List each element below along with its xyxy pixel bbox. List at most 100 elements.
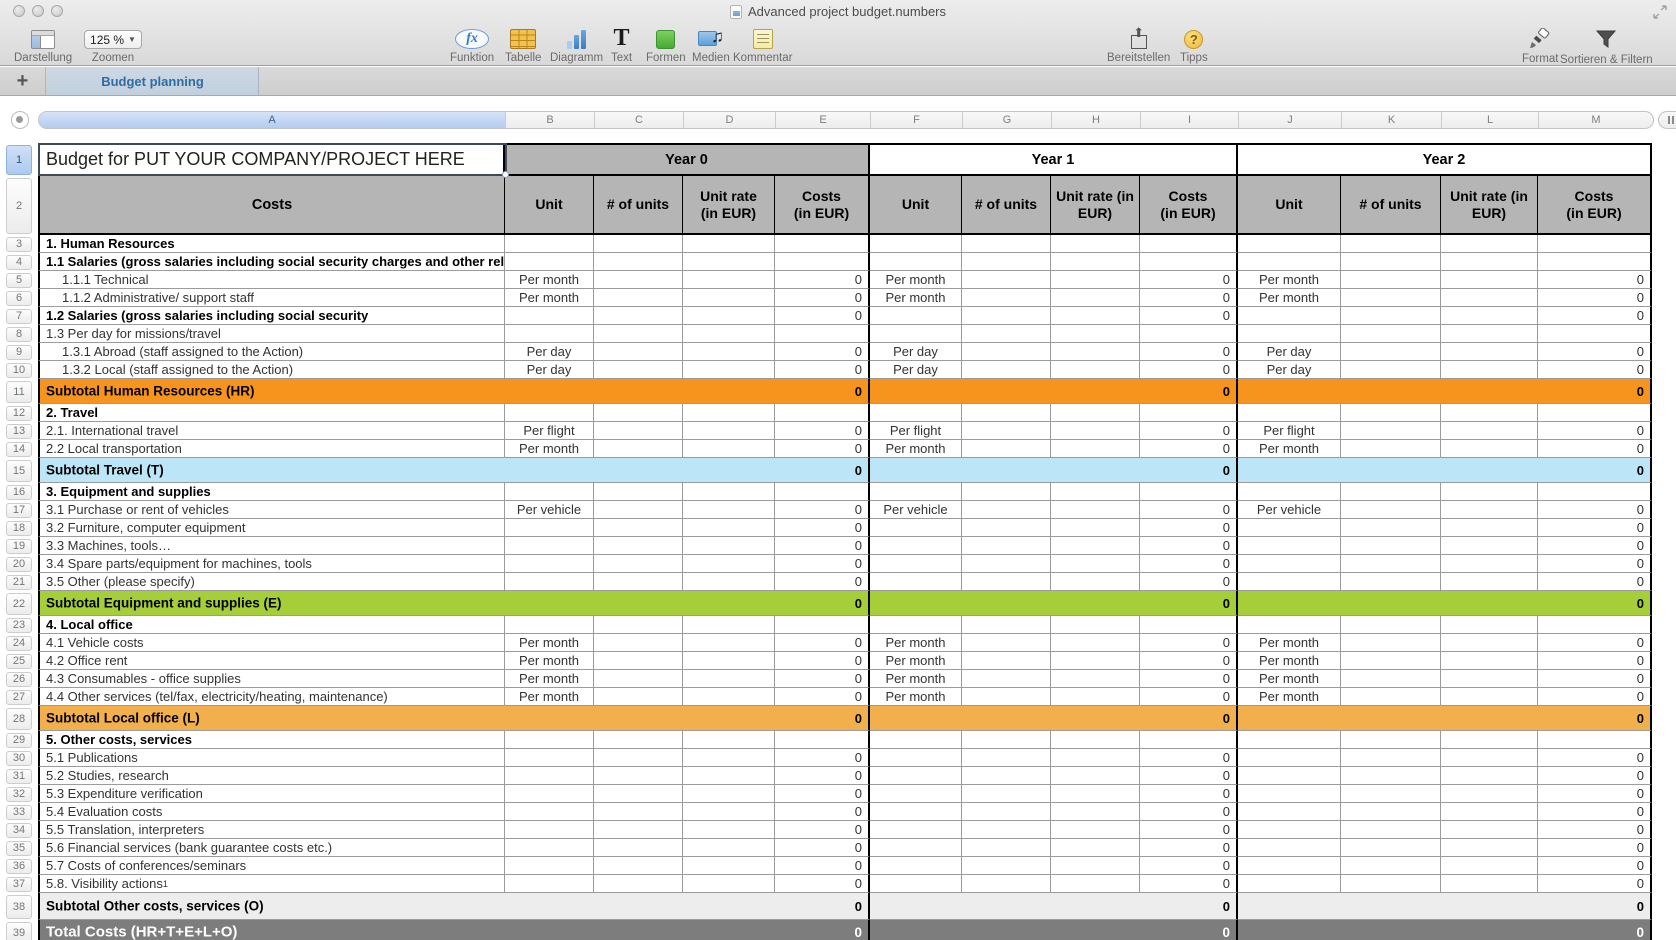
cell-I12[interactable] <box>1140 404 1238 422</box>
cell-D13[interactable] <box>683 422 775 440</box>
cell-E3[interactable] <box>775 235 870 253</box>
cell-K21[interactable] <box>1341 573 1441 591</box>
cell-J23[interactable] <box>1238 616 1341 634</box>
cell-A17[interactable]: 3.1 Purchase or rent of vehicles <box>38 501 505 519</box>
cell-I19[interactable]: 0 <box>1140 537 1238 555</box>
cell-I35[interactable]: 0 <box>1140 839 1238 857</box>
cell-I30[interactable]: 0 <box>1140 749 1238 767</box>
cell-L8[interactable] <box>1441 325 1538 343</box>
cell-M13[interactable]: 0 <box>1538 422 1652 440</box>
cell-A33[interactable]: 5.4 Evaluation costs <box>38 803 505 821</box>
cell-subheader-K2[interactable]: # of units <box>1341 176 1441 235</box>
subtotal-segment-28-2[interactable]: 0 <box>1238 706 1652 731</box>
row-header-14[interactable]: 14 <box>6 442 32 457</box>
cell-K7[interactable] <box>1341 307 1441 325</box>
cell-A34[interactable]: 5.5 Translation, interpreters <box>38 821 505 839</box>
cell-B27[interactable]: Per month <box>505 688 594 706</box>
row-header-8[interactable]: 8 <box>6 327 32 342</box>
cell-J18[interactable] <box>1238 519 1341 537</box>
row-header-15[interactable]: 15 <box>6 460 32 482</box>
cell-K14[interactable] <box>1341 440 1441 458</box>
cell-M27[interactable]: 0 <box>1538 688 1652 706</box>
cell-C17[interactable] <box>594 501 683 519</box>
cell-I14[interactable]: 0 <box>1140 440 1238 458</box>
row-header-10[interactable]: 10 <box>6 363 32 378</box>
cell-A32[interactable]: 5.3 Expenditure verification <box>38 785 505 803</box>
cell-L13[interactable] <box>1441 422 1538 440</box>
cell-D34[interactable] <box>683 821 775 839</box>
cell-M19[interactable]: 0 <box>1538 537 1652 555</box>
subtotal-segment-28-1[interactable]: 0 <box>870 706 1238 731</box>
cell-E23[interactable] <box>775 616 870 634</box>
cell-M32[interactable]: 0 <box>1538 785 1652 803</box>
cell-I29[interactable] <box>1140 731 1238 749</box>
cell-J16[interactable] <box>1238 483 1341 501</box>
cell-J8[interactable] <box>1238 325 1341 343</box>
subtotal-segment-38-1[interactable]: 0 <box>870 893 1238 920</box>
cell-I31[interactable]: 0 <box>1140 767 1238 785</box>
cell-subheader-E2[interactable]: Costs (in EUR) <box>775 176 870 235</box>
cell-G3[interactable] <box>962 235 1051 253</box>
cell-A27[interactable]: 4.4 Other services (tel/fax, electricity… <box>38 688 505 706</box>
table-button[interactable]: Tabelle <box>505 26 541 64</box>
cell-E24[interactable]: 0 <box>775 634 870 652</box>
cell-subheader-B2[interactable]: Unit <box>505 176 594 235</box>
tips-button[interactable]: ? Tipps <box>1180 26 1208 64</box>
cell-G12[interactable] <box>962 404 1051 422</box>
cell-J25[interactable]: Per month <box>1238 652 1341 670</box>
cell-subheader-J2[interactable]: Unit <box>1238 176 1341 235</box>
cell-J31[interactable] <box>1238 767 1341 785</box>
zoom-level-dropdown[interactable]: 125 %▼ <box>84 30 142 49</box>
cell-H21[interactable] <box>1051 573 1140 591</box>
cell-C5[interactable] <box>594 271 683 289</box>
row-header-20[interactable]: 20 <box>6 557 32 572</box>
row-header-17[interactable]: 17 <box>6 503 32 518</box>
cell-B7[interactable] <box>505 307 594 325</box>
cell-D18[interactable] <box>683 519 775 537</box>
cell-D20[interactable] <box>683 555 775 573</box>
row-header-23[interactable]: 23 <box>6 618 32 633</box>
cell-J32[interactable] <box>1238 785 1341 803</box>
cell-I37[interactable]: 0 <box>1140 875 1238 893</box>
subtotal-segment-15-0[interactable]: 0Subtotal Travel (T) <box>38 458 870 483</box>
cell-D6[interactable] <box>683 289 775 307</box>
cell-L33[interactable] <box>1441 803 1538 821</box>
row-header-24[interactable]: 24 <box>6 636 32 651</box>
cell-C21[interactable] <box>594 573 683 591</box>
cell-L36[interactable] <box>1441 857 1538 875</box>
cell-F17[interactable]: Per vehicle <box>870 501 962 519</box>
cell-H31[interactable] <box>1051 767 1140 785</box>
cell-E6[interactable]: 0 <box>775 289 870 307</box>
cell-J37[interactable] <box>1238 875 1341 893</box>
cell-D4[interactable] <box>683 253 775 271</box>
cell-B37[interactable] <box>505 875 594 893</box>
cell-F24[interactable]: Per month <box>870 634 962 652</box>
cell-K32[interactable] <box>1341 785 1441 803</box>
cell-I32[interactable]: 0 <box>1140 785 1238 803</box>
shapes-button[interactable]: Formen <box>646 26 686 64</box>
cell-D30[interactable] <box>683 749 775 767</box>
cell-C20[interactable] <box>594 555 683 573</box>
cell-M17[interactable]: 0 <box>1538 501 1652 519</box>
add-sheet-button[interactable]: + <box>0 67 46 95</box>
cell-J24[interactable]: Per month <box>1238 634 1341 652</box>
cell-K16[interactable] <box>1341 483 1441 501</box>
column-header-M[interactable]: M <box>1539 112 1653 128</box>
cell-A1[interactable]: Budget for PUT YOUR COMPANY/PROJECT HERE <box>38 143 505 176</box>
cell-I16[interactable] <box>1140 483 1238 501</box>
cell-H20[interactable] <box>1051 555 1140 573</box>
cell-L10[interactable] <box>1441 361 1538 379</box>
cell-E18[interactable]: 0 <box>775 519 870 537</box>
cell-L12[interactable] <box>1441 404 1538 422</box>
cell-F14[interactable]: Per month <box>870 440 962 458</box>
row-header-36[interactable]: 36 <box>6 859 32 874</box>
cell-H14[interactable] <box>1051 440 1140 458</box>
column-header-C[interactable]: C <box>595 112 684 128</box>
cell-L5[interactable] <box>1441 271 1538 289</box>
cell-C33[interactable] <box>594 803 683 821</box>
cell-L32[interactable] <box>1441 785 1538 803</box>
cell-B6[interactable]: Per month <box>505 289 594 307</box>
cell-I8[interactable] <box>1140 325 1238 343</box>
cell-E17[interactable]: 0 <box>775 501 870 519</box>
cell-M35[interactable]: 0 <box>1538 839 1652 857</box>
